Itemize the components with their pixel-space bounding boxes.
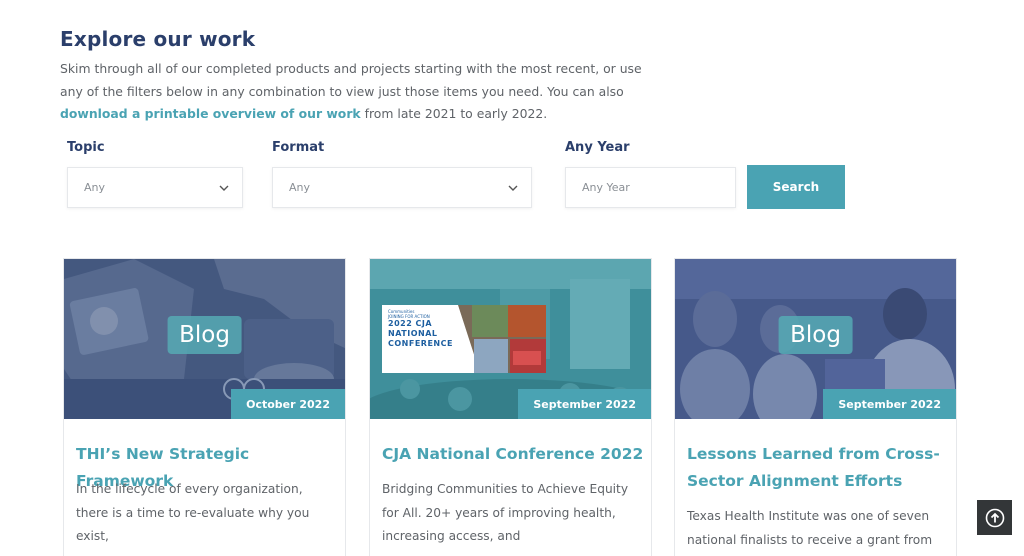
topic-label: Topic xyxy=(67,140,105,155)
page-title: Explore our work xyxy=(60,27,256,51)
flyer-logo: Communities JOINING FOR ACTION xyxy=(388,309,430,319)
year-label: Any Year xyxy=(565,140,630,155)
card-excerpt: Texas Health Institute was one of seven … xyxy=(687,509,933,547)
year-input-placeholder: Any Year xyxy=(582,181,630,194)
card-image[interactable]: Blog September 2022 xyxy=(675,259,956,419)
chevron-down-icon xyxy=(219,185,229,191)
blog-badge: Blog xyxy=(778,316,853,354)
arrow-up-circle-icon xyxy=(985,508,1004,527)
topic-select[interactable]: Any xyxy=(67,167,243,208)
intro-paragraph: Skim through all of our completed produc… xyxy=(60,58,660,126)
card-cja-conference[interactable]: Communities JOINING FOR ACTION 2022 CJA N… xyxy=(369,258,652,556)
blog-badge: Blog xyxy=(167,316,242,354)
card-image[interactable]: Communities JOINING FOR ACTION 2022 CJA N… xyxy=(370,259,651,419)
card-lessons-learned[interactable]: Blog September 2022 Lessons Learned from… xyxy=(674,258,957,556)
intro-text: Skim through all of our completed produc… xyxy=(60,61,642,99)
topic-select-value: Any xyxy=(84,181,106,194)
card-excerpt: In the lifecycle of every organization, … xyxy=(76,482,310,543)
date-badge: October 2022 xyxy=(231,389,345,419)
card-image[interactable]: Blog October 2022 xyxy=(64,259,345,419)
chevron-down-icon xyxy=(508,185,518,191)
back-to-top-button[interactable] xyxy=(977,500,1012,535)
format-select-value: Any xyxy=(289,181,311,194)
date-badge: September 2022 xyxy=(823,389,956,419)
flyer-title: 2022 CJA NATIONAL CONFERENCE xyxy=(388,319,453,348)
card-title[interactable]: CJA National Conference 2022 xyxy=(382,441,644,468)
intro-text-end: from late 2021 to early 2022. xyxy=(360,106,548,121)
card-strategic-framework[interactable]: Blog October 2022 THI’s New Strategic Fr… xyxy=(63,258,346,556)
card-title[interactable]: Lessons Learned from Cross-Sector Alignm… xyxy=(687,441,949,495)
format-select[interactable]: Any xyxy=(272,167,532,208)
search-button[interactable]: Search xyxy=(747,165,845,209)
date-badge: September 2022 xyxy=(518,389,651,419)
download-overview-link[interactable]: download a printable overview of our wor… xyxy=(60,106,361,121)
format-label: Format xyxy=(272,140,325,155)
card-excerpt: Bridging Communities to Achieve Equity f… xyxy=(382,482,629,543)
year-input[interactable]: Any Year xyxy=(565,167,736,208)
